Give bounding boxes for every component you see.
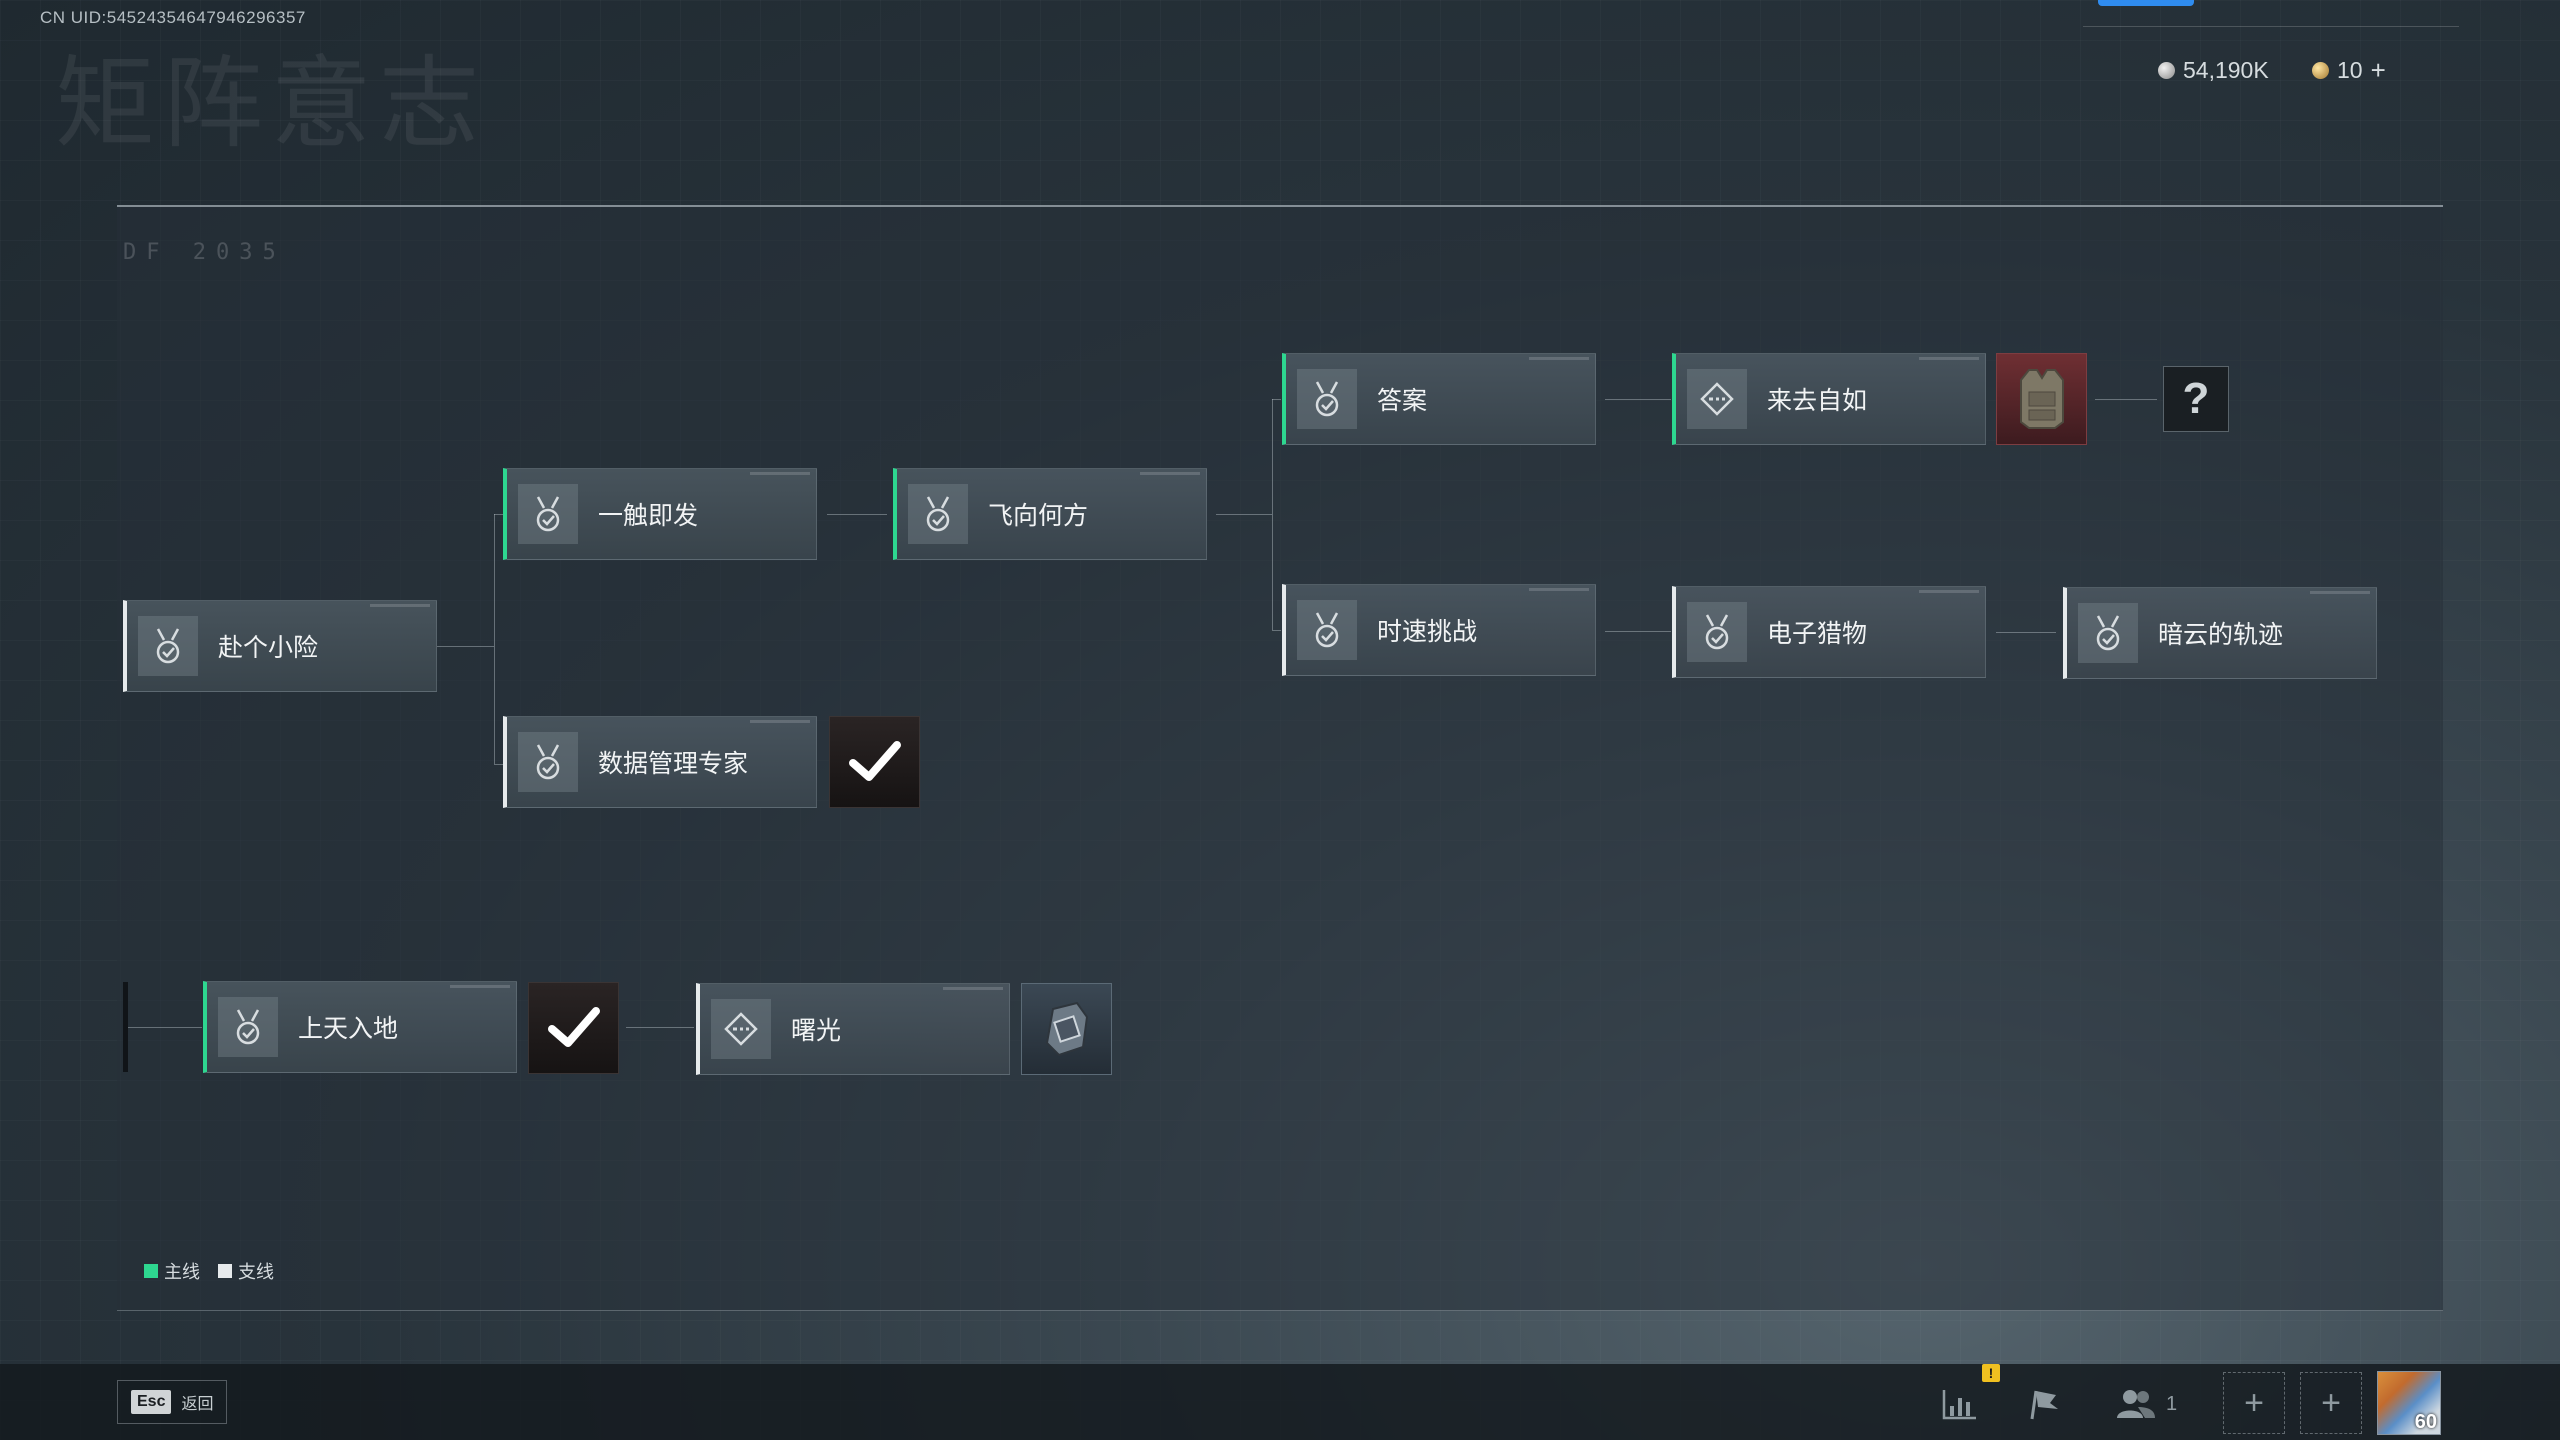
silver-currency: 54,190K (2158, 55, 2269, 85)
connector (1272, 399, 1281, 400)
medal-icon (518, 732, 578, 792)
mission-label: 暗云的轨迹 (2158, 620, 2284, 649)
connector (128, 1027, 202, 1028)
gadget-icon (1045, 1001, 1088, 1057)
node-deco (1919, 590, 1979, 593)
legend-main-swatch (144, 1264, 158, 1278)
node-deco (2310, 591, 2370, 594)
connector (1272, 399, 1273, 630)
medal-icon (2078, 603, 2138, 663)
reward-unknown[interactable]: ? (2163, 366, 2229, 432)
connector (1605, 399, 1671, 400)
reward-armor-vest[interactable] (1996, 353, 2087, 445)
esc-key-hint: Esc (131, 1390, 172, 1414)
connector (494, 514, 495, 764)
silver-coin-icon (2158, 61, 2175, 79)
node-deco (750, 720, 810, 723)
reward-claimed-checkmark[interactable] (829, 716, 920, 808)
top-active-tab-indicator[interactable] (2098, 0, 2194, 6)
friends-icon (2117, 1390, 2155, 1418)
node-deco (1529, 588, 1589, 591)
back-button[interactable]: Esc 返回 (117, 1380, 227, 1424)
connector (1605, 631, 1671, 632)
friend-count: 1 (2166, 1392, 2178, 1415)
legend-side-swatch (218, 1264, 232, 1278)
gold-coin-icon (2312, 61, 2329, 79)
medal-icon (1297, 600, 1357, 660)
mission-label: 数据管理专家 (598, 749, 749, 778)
mission-node-n9[interactable]: 暗云的轨迹 (2063, 587, 2377, 679)
reward-gadget[interactable] (1021, 983, 1112, 1075)
mission-label: 赴个小险 (218, 633, 319, 662)
medal-icon (908, 484, 968, 544)
legend-main-label: 主线 (164, 1262, 200, 1283)
player-level: 60 (2414, 1411, 2437, 1433)
player-avatar[interactable]: 60 (2377, 1371, 2441, 1435)
gold-currency-value: 10 (2337, 56, 2363, 83)
mission-label: 来去自如 (1767, 386, 1868, 415)
mission-label: 答案 (1377, 386, 1428, 415)
mission-node-n5[interactable]: 答案 (1282, 353, 1596, 445)
mission-label: 上天入地 (298, 1014, 399, 1043)
mission-tree-panel (117, 205, 2443, 1311)
connector (1996, 632, 2056, 633)
flag-icon[interactable] (2024, 1384, 2064, 1424)
connector (827, 514, 887, 515)
team-slot-1[interactable]: + (2223, 1372, 2285, 1434)
connector (437, 646, 494, 647)
medal-icon (1297, 369, 1357, 429)
mission-node-n3[interactable]: 飞向何方 (893, 468, 1207, 560)
panel-deco-code: DF 2035 (123, 240, 286, 265)
legend-side-label: 支线 (238, 1262, 274, 1283)
gold-currency: 10 + (2312, 55, 2386, 85)
back-label: 返回 (181, 1394, 214, 1413)
checkmark-icon (547, 1007, 600, 1047)
connector (2095, 399, 2157, 400)
mission-node-n7[interactable]: 时速挑战 (1282, 584, 1596, 676)
reward-claimed-checkmark[interactable] (528, 982, 619, 1074)
mission-node-n4[interactable]: 数据管理专家 (503, 716, 817, 808)
diamond-route-icon (1687, 369, 1747, 429)
node-deco (750, 472, 810, 475)
page-title-watermark: 矩阵意志 (55, 45, 487, 162)
silver-currency-value: 54,190K (2183, 56, 2269, 83)
medal-icon (218, 997, 278, 1057)
mission-node-n10[interactable]: 上天入地 (203, 981, 517, 1073)
legend: 主线 支线 (144, 1258, 274, 1284)
add-icon: + (2321, 1383, 2341, 1422)
warning-badge: ! (1982, 1364, 2000, 1382)
mission-node-n2[interactable]: 一触即发 (503, 468, 817, 560)
connector (626, 1027, 694, 1028)
mission-label: 曙光 (791, 1016, 842, 1045)
top-divider (2083, 26, 2459, 27)
add-icon: + (2244, 1383, 2264, 1422)
connector (1216, 514, 1272, 515)
mission-node-n11[interactable]: 曙光 (696, 983, 1010, 1075)
mission-node-n6[interactable]: 来去自如 (1672, 353, 1986, 445)
add-currency-icon[interactable]: + (2371, 55, 2386, 86)
mission-node-n8[interactable]: 电子猎物 (1672, 586, 1986, 678)
armor-vest-icon (2019, 369, 2064, 429)
mission-label: 时速挑战 (1377, 617, 1478, 646)
node-deco (1529, 357, 1589, 360)
mission-label: 一触即发 (598, 501, 699, 530)
medal-icon (138, 616, 198, 676)
mission-label: 飞向何方 (988, 501, 1089, 530)
node-deco (1919, 357, 1979, 360)
diamond-route-icon (711, 999, 771, 1059)
connector (1272, 630, 1281, 631)
node-deco (370, 604, 430, 607)
medal-icon (518, 484, 578, 544)
node-deco (450, 985, 510, 988)
checkmark-icon (848, 741, 901, 781)
node-deco (1140, 472, 1200, 475)
friends-button[interactable]: 1 (2116, 1384, 2186, 1424)
track-start-marker (123, 982, 128, 1072)
stats-icon[interactable] (1940, 1384, 1980, 1424)
medal-icon (1687, 602, 1747, 662)
mission-node-n1[interactable]: 赴个小险 (123, 600, 437, 692)
mission-label: 电子猎物 (1767, 619, 1868, 648)
node-deco (943, 987, 1003, 990)
team-slot-2[interactable]: + (2300, 1372, 2362, 1434)
